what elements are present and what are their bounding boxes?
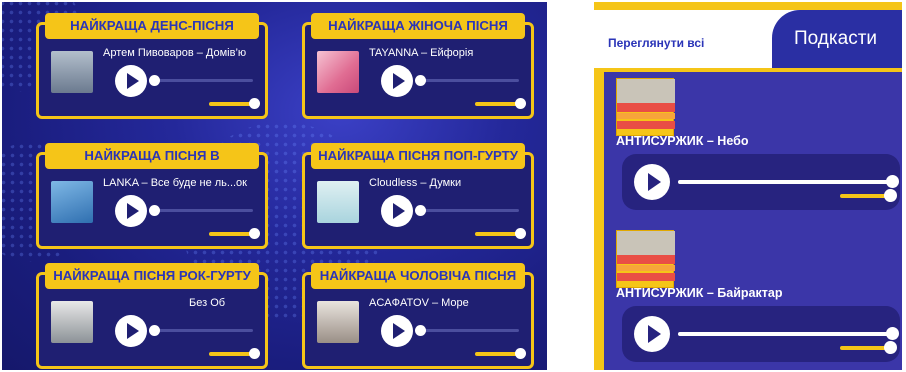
volume-bar[interactable]	[209, 102, 253, 106]
seek-track[interactable]	[153, 209, 253, 212]
play-button[interactable]	[381, 315, 413, 347]
seek-knob[interactable]	[149, 325, 160, 336]
album-cover	[317, 181, 359, 223]
volume-knob[interactable]	[884, 189, 897, 202]
award-card: НАЙКРАЩА ПІСНЯ РОК-ГУРТУ Без Об	[36, 263, 268, 369]
volume-knob[interactable]	[249, 348, 260, 359]
seek-knob[interactable]	[149, 205, 160, 216]
volume-knob[interactable]	[884, 341, 897, 354]
view-all-link[interactable]: Переглянути всі	[608, 36, 704, 50]
seek-knob[interactable]	[415, 205, 426, 216]
play-button[interactable]	[115, 315, 147, 347]
volume-knob[interactable]	[249, 98, 260, 109]
podcast-player	[622, 154, 900, 210]
play-button[interactable]	[381, 195, 413, 227]
seek-track[interactable]	[678, 180, 892, 184]
track-name: LANKA – Все буде не ль...ок	[103, 177, 247, 189]
seek-track[interactable]	[419, 329, 519, 332]
album-cover	[51, 181, 93, 223]
podcasts-title: Подкасти	[794, 28, 878, 49]
volume-bar[interactable]	[840, 346, 886, 350]
volume-bar[interactable]	[475, 352, 519, 356]
volume-bar[interactable]	[840, 194, 886, 198]
track-name: TAYANNA – Ейфорія	[369, 47, 474, 59]
play-button[interactable]	[634, 164, 670, 200]
award-card-title: НАЙКРАЩА ЧОЛОВІЧА ПІСНЯ	[311, 263, 525, 289]
seek-track[interactable]	[419, 79, 519, 82]
podcast-player	[622, 306, 900, 362]
seek-knob[interactable]	[886, 327, 899, 340]
volume-knob[interactable]	[515, 348, 526, 359]
track-name: Без Об	[189, 297, 226, 309]
award-card-title: НАЙКРАЩА ПІСНЯ В	[45, 143, 259, 169]
award-card: НАЙКРАЩА ЖІНОЧА ПІСНЯ TAYANNA – Ейфорія	[302, 13, 534, 119]
volume-knob[interactable]	[515, 228, 526, 239]
award-card-title: НАЙКРАЩА ПІСНЯ ПОП-ГУРТУ	[311, 143, 525, 169]
award-card: НАЙКРАЩА ЧОЛОВІЧА ПІСНЯ ACAФATOV – Море	[302, 263, 534, 369]
volume-knob[interactable]	[515, 98, 526, 109]
volume-bar[interactable]	[209, 232, 253, 236]
volume-bar[interactable]	[209, 352, 253, 356]
awards-panel: НАЙКРАЩА ДЕНС-ПІСНЯ Артем Пивоваров – До…	[2, 2, 547, 370]
podcasts-header: Переглянути всі Подкасти	[594, 10, 902, 68]
award-card: НАЙКРАЩА ПІСНЯ В LANKA – Все буде не ль.…	[36, 143, 268, 249]
seek-track[interactable]	[153, 329, 253, 332]
award-card-title: НАЙКРАЩА ЖІНОЧА ПІСНЯ	[311, 13, 525, 39]
seek-knob[interactable]	[886, 175, 899, 188]
seek-track[interactable]	[678, 332, 892, 336]
album-cover	[317, 51, 359, 93]
podcasts-panel: Переглянути всі Подкасти АНТИСУРЖИК – Не…	[594, 2, 902, 370]
seek-knob[interactable]	[415, 75, 426, 86]
play-button[interactable]	[115, 65, 147, 97]
podcast-name[interactable]: АНТИСУРЖИК – Небо	[616, 134, 748, 148]
track-name: Артем Пивоваров – Домів’ю	[103, 47, 247, 59]
album-cover	[51, 301, 93, 343]
volume-knob[interactable]	[249, 228, 260, 239]
seek-track[interactable]	[153, 79, 253, 82]
seek-track[interactable]	[419, 209, 519, 212]
podcast-cover	[616, 230, 675, 288]
play-button[interactable]	[634, 316, 670, 352]
volume-bar[interactable]	[475, 102, 519, 106]
podcast-list: АНТИСУРЖИК – Небо АНТИСУРЖИК – Байрактар	[604, 72, 902, 370]
album-cover	[317, 301, 359, 343]
seek-knob[interactable]	[149, 75, 160, 86]
track-name: Cloudless – Думки	[369, 177, 462, 189]
podcast-name[interactable]: АНТИСУРЖИК – Байрактар	[616, 286, 782, 300]
award-card: НАЙКРАЩА ПІСНЯ ПОП-ГУРТУ Cloudless – Дум…	[302, 143, 534, 249]
volume-bar[interactable]	[475, 232, 519, 236]
play-button[interactable]	[115, 195, 147, 227]
seek-knob[interactable]	[415, 325, 426, 336]
award-card-title: НАЙКРАЩА ДЕНС-ПІСНЯ	[45, 13, 259, 39]
track-name: ACAФATOV – Море	[369, 297, 469, 309]
play-button[interactable]	[381, 65, 413, 97]
podcast-cover	[616, 78, 675, 136]
award-card-title: НАЙКРАЩА ПІСНЯ РОК-ГУРТУ	[45, 263, 259, 289]
award-card: НАЙКРАЩА ДЕНС-ПІСНЯ Артем Пивоваров – До…	[36, 13, 268, 119]
album-cover	[51, 51, 93, 93]
